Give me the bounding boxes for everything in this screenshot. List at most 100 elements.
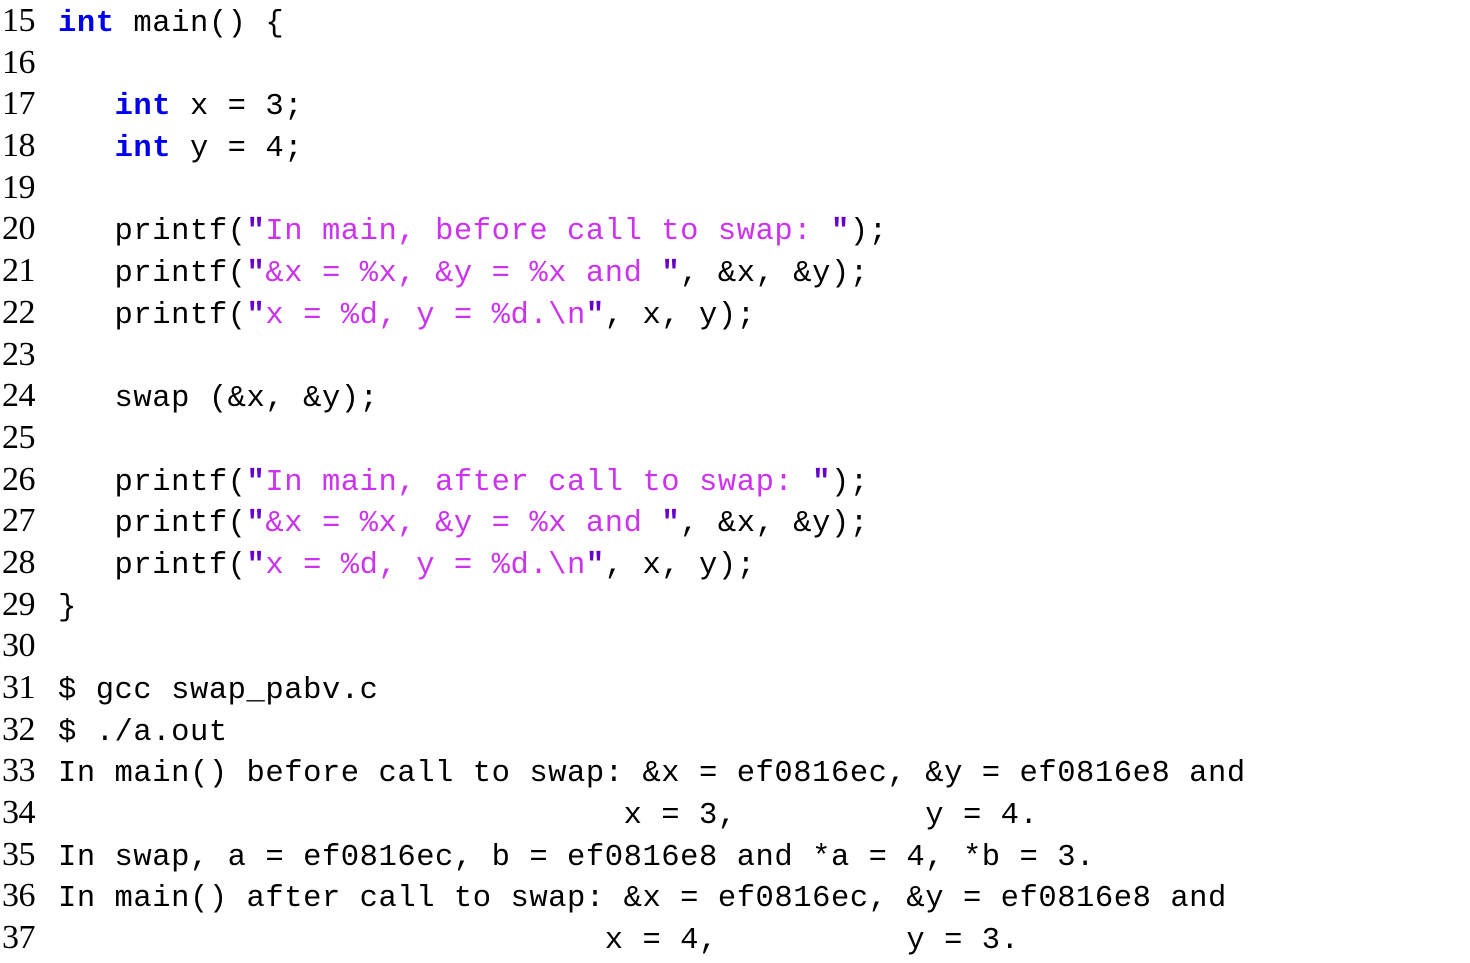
code-line: 19 <box>0 167 1470 209</box>
code-token-string: &x = %x, &y = %x and <box>265 257 662 292</box>
line-number: 27 <box>2 502 36 540</box>
code-token-plain: printf( <box>58 298 247 333</box>
line-number: 24 <box>2 377 36 415</box>
code-token-quote: " <box>246 507 266 542</box>
code-token-string: x = %d, y = %d.\n <box>265 298 586 333</box>
code-token-plain: x = 3; <box>171 90 304 125</box>
code-token-quote: " <box>246 257 266 292</box>
line-number: 29 <box>2 585 36 623</box>
code-line: 32 $ ./a.out <box>0 709 1470 751</box>
code-line-content: In swap, a = ef0816ec, b = ef0816e8 and … <box>58 838 1470 880</box>
line-number: 34 <box>2 794 36 832</box>
code-token-quote: " <box>661 257 681 292</box>
code-line: 15 int main() { <box>0 0 1470 42</box>
line-number: 37 <box>2 919 36 957</box>
code-token-plain: , x, y); <box>604 548 756 583</box>
code-line: 23 <box>0 334 1470 376</box>
code-token-plain: printf( <box>58 548 247 583</box>
code-line: 18 int y = 4; <box>0 125 1470 167</box>
code-line: 33 In main() before call to swap: &x = ef… <box>0 750 1470 792</box>
line-number: 25 <box>2 418 36 456</box>
code-token-string: In main, after call to swap: <box>265 465 813 500</box>
code-line: 34 x = 3, y = 4. <box>0 792 1470 834</box>
code-line-content: printf("In main, before call to swap: ")… <box>58 212 1470 254</box>
code-token-out: $ ./a.out <box>58 715 228 750</box>
code-line: 25 <box>0 417 1470 459</box>
line-number: 32 <box>2 710 36 748</box>
line-number: 33 <box>2 752 36 790</box>
code-line: 31 $ gcc swap_pabv.c <box>0 667 1470 709</box>
code-line-content: int y = 4; <box>58 129 1470 171</box>
code-line-content: x = 4, y = 3. <box>58 921 1470 963</box>
code-token-quote: " <box>585 548 605 583</box>
code-line-content: In main() before call to swap: &x = ef08… <box>58 754 1470 796</box>
code-token-out: In main() before call to swap: &x = ef08… <box>58 757 1246 792</box>
code-line: 29} <box>0 584 1470 626</box>
code-line: 30 <box>0 625 1470 667</box>
code-line: 27 printf("&x = %x, &y = %x and ", &x, &… <box>0 500 1470 542</box>
code-token-plain: main() { <box>114 7 285 41</box>
code-line: 21 printf("&x = %x, &y = %x and ", &x, &… <box>0 250 1470 292</box>
code-token-quote: " <box>246 548 266 583</box>
line-number: 21 <box>2 252 36 290</box>
code-token-out: x = 3, y = 4. <box>58 799 1039 834</box>
line-number: 15 <box>2 2 36 39</box>
code-token-out: $ gcc swap_pabv.c <box>58 674 379 708</box>
line-number: 28 <box>2 543 36 581</box>
code-token-plain: } <box>58 590 77 625</box>
code-token-quote: " <box>585 298 605 333</box>
code-token-string: &x = %x, &y = %x and <box>265 507 662 542</box>
code-line-content: $ ./a.out <box>58 713 1470 755</box>
code-line-content: printf("x = %d, y = %d.\n", x, y); <box>58 546 1470 588</box>
code-token-plain: printf( <box>58 257 247 292</box>
code-line-content: printf("x = %d, y = %d.\n", x, y); <box>58 296 1470 338</box>
code-token-plain: swap (&x, &y); <box>58 382 379 417</box>
code-line: 37 x = 4, y = 3. <box>0 917 1470 959</box>
line-number: 17 <box>2 85 36 123</box>
code-line-content: printf("&x = %x, &y = %x and ", &x, &y); <box>58 504 1470 546</box>
line-number: 31 <box>2 669 36 706</box>
code-token-quote: " <box>812 465 831 500</box>
code-line: 24 swap (&x, &y); <box>0 375 1470 417</box>
line-number: 18 <box>2 127 36 165</box>
code-token-plain: printf( <box>58 465 247 500</box>
code-line-content: int main() { <box>58 4 1470 46</box>
code-token-string: x = %d, y = %d.\n <box>265 548 586 583</box>
code-line-content: In main() after call to swap: &x = ef081… <box>58 879 1470 921</box>
line-number: 26 <box>2 460 36 498</box>
code-line: 20 printf("In main, before call to swap:… <box>0 208 1470 250</box>
code-listing: 15 int main() {16 17 int x = 3; 18 int y = … <box>0 0 1470 958</box>
line-number: 19 <box>2 168 36 206</box>
code-token-plain: printf( <box>58 507 247 542</box>
code-token-plain: printf( <box>58 215 247 250</box>
code-line-content: int x = 3; <box>58 87 1470 129</box>
line-number: 23 <box>2 335 36 373</box>
line-number: 22 <box>2 293 36 331</box>
code-line: 28 printf("x = %d, y = %d.\n", x, y); <box>0 542 1470 584</box>
code-line-content: printf("In main, after call to swap: "); <box>58 463 1470 505</box>
code-line-content: swap (&x, &y); <box>58 379 1470 421</box>
line-number: 20 <box>2 210 36 248</box>
code-token-quote: " <box>830 215 850 250</box>
code-token-out: In swap, a = ef0816ec, b = ef0816e8 and … <box>58 840 1095 875</box>
line-number: 16 <box>2 43 36 81</box>
code-token-quote: " <box>246 298 266 333</box>
code-token-quote: " <box>661 507 681 542</box>
line-number: 36 <box>2 877 36 915</box>
code-token-keyword: int <box>114 132 172 167</box>
code-token-string: In main, before call to swap: <box>265 215 831 250</box>
code-token-out: x = 4, y = 3. <box>58 924 1020 959</box>
code-token-quote: " <box>246 465 266 500</box>
code-line-content: } <box>58 588 1470 630</box>
code-line: 35 In swap, a = ef0816ec, b = ef0816e8 an… <box>0 834 1470 876</box>
code-line-content: printf("&x = %x, &y = %x and ", &x, &y); <box>58 254 1470 296</box>
code-token-keyword: int <box>58 7 115 41</box>
code-token-plain: ); <box>831 465 869 500</box>
code-line: 36 In main() after call to swap: &x = ef0… <box>0 875 1470 917</box>
code-token-quote: " <box>246 215 266 250</box>
code-line: 22 printf("x = %d, y = %d.\n", x, y); <box>0 292 1470 334</box>
code-line-content: x = 3, y = 4. <box>58 796 1470 838</box>
code-token-keyword: int <box>114 90 172 125</box>
